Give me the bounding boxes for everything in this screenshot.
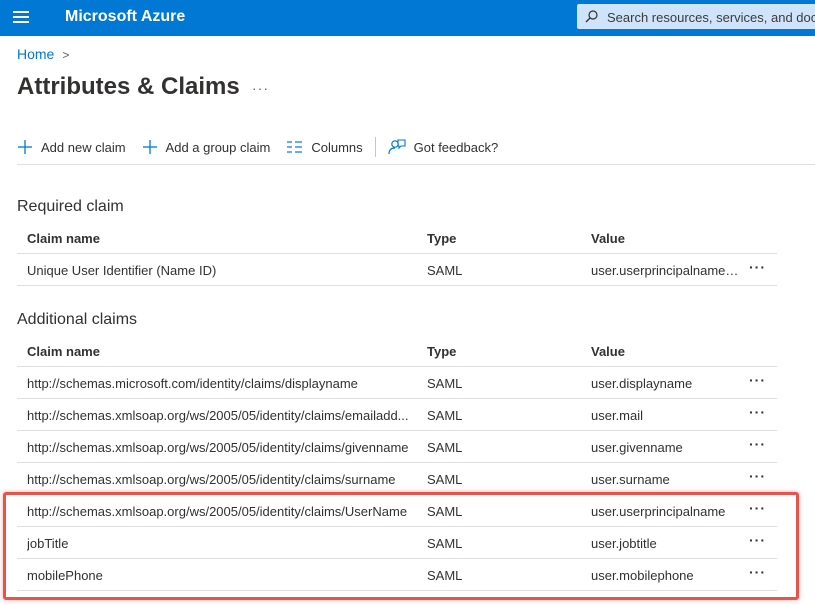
table-row[interactable]: http://schemas.xmlsoap.org/ws/2005/05/id… — [17, 399, 777, 431]
required-claims-table: Claim name Type Value Unique User Identi… — [17, 222, 777, 286]
feedback-label: Got feedback? — [413, 139, 499, 155]
table-row[interactable]: http://schemas.xmlsoap.org/ws/2005/05/id… — [17, 431, 777, 463]
search-icon — [585, 10, 598, 23]
brand-title[interactable]: Microsoft Azure — [65, 8, 185, 26]
feedback-button[interactable]: Got feedback? — [388, 138, 499, 156]
search-box[interactable] — [577, 4, 815, 29]
plus-icon — [18, 140, 32, 154]
claim-type: SAML — [427, 263, 463, 278]
table-row[interactable]: Unique User Identifier (Name ID) SAML us… — [17, 254, 777, 286]
table-row[interactable]: http://schemas.xmlsoap.org/ws/2005/05/id… — [17, 495, 777, 527]
row-more-icon[interactable]: ··· — [749, 468, 766, 484]
search-input[interactable] — [607, 7, 815, 27]
claim-type: SAML — [427, 408, 463, 423]
columns-label: Columns — [311, 139, 363, 155]
command-bar: Add new claim Add a group claim Columns … — [17, 134, 498, 160]
toolbar-divider-line — [17, 164, 815, 165]
column-header-value[interactable]: Value — [591, 344, 741, 359]
claim-type: SAML — [427, 536, 463, 551]
columns-button[interactable]: Columns — [286, 139, 363, 155]
table-row[interactable]: mobilePhone SAML user.mobilephone ··· — [17, 559, 777, 591]
claim-name: http://schemas.microsoft.com/identity/cl… — [27, 376, 358, 391]
additional-claims-table: Claim name Type Value http://schemas.mic… — [17, 335, 777, 591]
hamburger-menu-icon[interactable] — [13, 11, 29, 23]
page-title: Attributes & Claims — [17, 73, 240, 100]
table-row[interactable]: jobTitle SAML user.jobtitle ··· — [17, 527, 777, 559]
top-bar: Microsoft Azure — [0, 0, 815, 36]
table-row[interactable]: http://schemas.xmlsoap.org/ws/2005/05/id… — [17, 463, 777, 495]
column-header-claim-name[interactable]: Claim name — [27, 231, 419, 246]
column-header-value[interactable]: Value — [591, 231, 741, 246]
columns-icon — [287, 141, 303, 153]
breadcrumb-home[interactable]: Home — [17, 46, 54, 62]
table-row[interactable]: http://schemas.microsoft.com/identity/cl… — [17, 367, 777, 399]
chevron-right-icon: > — [62, 48, 70, 62]
claim-value: user.displayname — [591, 376, 693, 391]
claim-name: http://schemas.xmlsoap.org/ws/2005/05/id… — [27, 504, 408, 519]
claim-name: http://schemas.xmlsoap.org/ws/2005/05/id… — [27, 440, 409, 455]
row-more-icon[interactable]: ··· — [749, 436, 766, 452]
claim-value: user.userprincipalname [... — [591, 263, 741, 278]
additional-claims-heading: Additional claims — [17, 311, 138, 328]
claim-name: mobilePhone — [27, 568, 103, 583]
column-header-type[interactable]: Type — [427, 231, 577, 246]
plus-icon — [142, 140, 157, 154]
row-more-icon[interactable]: ··· — [749, 532, 766, 548]
more-options-icon[interactable]: ··· — [252, 80, 269, 96]
claim-type: SAML — [427, 504, 463, 519]
claim-value: user.mail — [591, 408, 644, 423]
claim-value: user.givenname — [591, 440, 683, 455]
row-more-icon[interactable]: ··· — [749, 404, 766, 420]
claim-name: http://schemas.xmlsoap.org/ws/2005/05/id… — [27, 408, 409, 423]
toolbar-divider — [374, 137, 376, 157]
feedback-icon — [388, 139, 406, 155]
add-group-claim-label: Add a group claim — [165, 139, 271, 155]
claim-value: user.mobilephone — [591, 568, 694, 583]
claim-value: user.userprincipalname — [591, 504, 726, 519]
required-claim-heading: Required claim — [17, 198, 124, 215]
table-header-row: Claim name Type Value — [17, 222, 777, 254]
claim-value: user.jobtitle — [591, 536, 657, 551]
claim-name: http://schemas.xmlsoap.org/ws/2005/05/id… — [27, 472, 396, 487]
breadcrumb: Home > — [17, 46, 69, 62]
claim-type: SAML — [427, 440, 463, 455]
row-more-icon[interactable]: ··· — [749, 500, 766, 516]
claim-type: SAML — [427, 376, 463, 391]
column-header-claim-name[interactable]: Claim name — [27, 344, 419, 359]
claim-type: SAML — [427, 472, 463, 487]
claim-type: SAML — [427, 568, 463, 583]
row-more-icon[interactable]: ··· — [749, 564, 766, 580]
add-new-claim-button[interactable]: Add new claim — [17, 139, 126, 155]
row-more-icon[interactable]: ··· — [749, 259, 766, 275]
column-header-type[interactable]: Type — [427, 344, 577, 359]
add-group-claim-button[interactable]: Add a group claim — [142, 139, 271, 155]
claim-name: jobTitle — [27, 536, 69, 551]
add-new-claim-label: Add new claim — [41, 139, 126, 155]
claim-value: user.surname — [591, 472, 670, 487]
table-header-row: Claim name Type Value — [17, 335, 777, 367]
claim-name: Unique User Identifier (Name ID) — [27, 263, 217, 278]
row-more-icon[interactable]: ··· — [749, 372, 766, 388]
